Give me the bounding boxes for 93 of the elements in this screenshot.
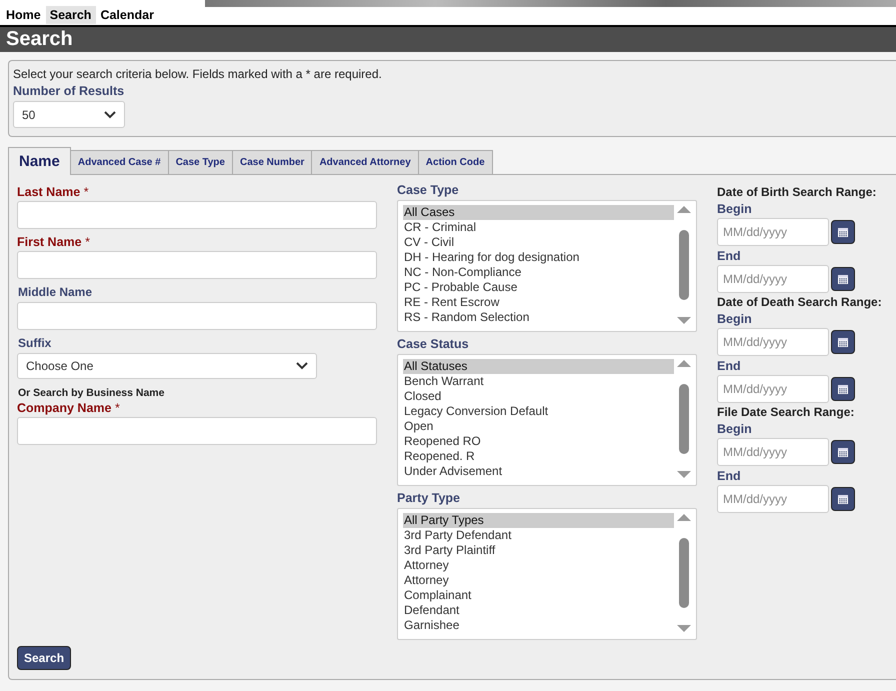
list-option[interactable]: CV - Civil [403, 235, 674, 250]
field-label: Company Name * [17, 401, 121, 415]
section-note: Or Search by Business Name [18, 387, 166, 399]
date-field[interactable]: MM/dd/yyyy [717, 485, 829, 513]
results-select[interactable]: 50 [13, 101, 125, 128]
calendar-button[interactable] [831, 220, 855, 244]
field-label: Suffix [17, 336, 52, 351]
date-field[interactable]: MM/dd/yyyy [717, 265, 829, 293]
date-field[interactable]: MM/dd/yyyy [717, 218, 829, 246]
listbox[interactable]: All Cases CR - Criminal CV - Civil DH - Hearing for dog designation NC - Non-Compliance PC - Probable Cause RE - Rent Escrow RS - Random Selection [397, 200, 697, 332]
list-option[interactable]: NC - Non-Compliance [403, 265, 674, 280]
list-option[interactable]: Under Advisement [403, 464, 674, 479]
scroll-down-arrow-icon[interactable] [676, 625, 692, 633]
listbox[interactable]: All Party Types 3rd Party Defendant 3rd Party Plaintiff Attorney Attorney Complainant Defendant Garnishee [397, 508, 697, 640]
scroll-up-arrow-icon[interactable] [676, 513, 692, 521]
chevron-down-icon [104, 110, 116, 118]
calendar-button[interactable] [831, 377, 855, 401]
scroll-thumb[interactable] [679, 384, 689, 454]
list-option[interactable]: Legacy Conversion Default [403, 404, 674, 419]
calendar-icon [837, 226, 849, 238]
list-option[interactable]: Attorney [403, 573, 674, 588]
date-field[interactable]: MM/dd/yyyy [717, 438, 829, 466]
list-label: Party Type [397, 491, 461, 505]
list-option[interactable]: RS - Random Selection [403, 310, 674, 325]
calendar-icon [837, 383, 849, 395]
date-label: Begin [717, 202, 753, 216]
list-label: Case Type [397, 183, 460, 197]
calendar-icon [837, 273, 849, 285]
field-label: Middle Name [17, 285, 94, 300]
calendar-icon [837, 336, 849, 348]
list-option[interactable]: RE - Rent Escrow [403, 295, 674, 310]
list-option[interactable]: Reopened RO [403, 434, 674, 449]
scroll-thumb[interactable] [679, 538, 689, 608]
calendar-button[interactable] [831, 330, 855, 354]
nav-link[interactable]: Search [46, 6, 96, 24]
search-button[interactable]: Search [17, 646, 72, 670]
list-option[interactable]: All Cases [403, 205, 674, 220]
scroll-up-arrow-icon[interactable] [676, 359, 692, 367]
results-label: Number of Results [13, 84, 126, 98]
list-option[interactable]: Attorney [403, 558, 674, 573]
listbox[interactable]: All Statuses Bench Warrant Closed Legacy Conversion Default Open Reopened RO Reopened. R Under Advisement [397, 354, 697, 486]
list-option[interactable]: CR - Criminal [403, 220, 674, 235]
range-title: Date of Death Search Range: [717, 295, 883, 309]
list-option[interactable]: Reopened. R [403, 449, 674, 464]
list-option[interactable]: Defendant [403, 603, 674, 618]
scroll-up-arrow-icon[interactable] [676, 205, 692, 213]
list-option[interactable]: Bench Warrant [403, 374, 674, 389]
instructions-text: Select your search criteria below. Fields marked with a * are required. [13, 67, 383, 81]
text-field[interactable] [17, 302, 377, 330]
text-field[interactable] [17, 201, 377, 229]
date-label: End [717, 359, 742, 373]
tab[interactable]: Action Code [418, 150, 493, 174]
page-title: Search [0, 27, 896, 52]
calendar-button[interactable] [831, 487, 855, 511]
field-label: First Name * [17, 235, 91, 249]
list-option[interactable]: 3rd Party Plaintiff [403, 543, 674, 558]
list-option[interactable]: PC - Probable Cause [403, 280, 674, 295]
range-title: File Date Search Range: [717, 405, 856, 419]
range-title: Date of Birth Search Range: [717, 185, 878, 199]
tab[interactable]: Advanced Attorney [311, 150, 419, 174]
list-option[interactable]: Garnishee [403, 618, 674, 633]
date-label: Begin [717, 312, 753, 326]
list-option[interactable]: Complainant [403, 588, 674, 603]
nav-link[interactable]: Home [2, 6, 46, 24]
date-label: End [717, 469, 742, 483]
scroll-down-arrow-icon[interactable] [676, 471, 692, 479]
list-option[interactable]: DH - Hearing for dog designation [403, 250, 674, 265]
list-option[interactable]: All Statuses [403, 359, 674, 374]
text-field[interactable] [17, 417, 377, 445]
list-option[interactable]: 3rd Party Defendant [403, 528, 674, 543]
field-label: Last Name * [17, 185, 90, 199]
calendar-icon [837, 493, 849, 505]
date-label: Begin [717, 422, 753, 436]
scroll-thumb[interactable] [679, 230, 689, 300]
date-field[interactable]: MM/dd/yyyy [717, 328, 829, 356]
calendar-icon [837, 446, 849, 458]
text-field[interactable] [17, 251, 377, 279]
nav-link[interactable]: Calendar [96, 6, 159, 24]
tab[interactable]: Name [8, 147, 71, 175]
date-label: End [717, 249, 742, 263]
suffix-select[interactable]: Choose One [17, 353, 317, 379]
tab[interactable]: Advanced Case # [70, 150, 169, 174]
list-option[interactable]: All Party Types [403, 513, 674, 528]
tab[interactable]: Case Number [232, 150, 312, 174]
scroll-down-arrow-icon[interactable] [676, 317, 692, 325]
date-field[interactable]: MM/dd/yyyy [717, 375, 829, 403]
list-option[interactable]: Open [403, 419, 674, 434]
calendar-button[interactable] [831, 440, 855, 464]
calendar-button[interactable] [831, 267, 855, 291]
list-label: Case Status [397, 337, 470, 351]
chevron-down-icon [296, 362, 308, 370]
tab[interactable]: Case Type [168, 150, 233, 174]
list-option[interactable]: Closed [403, 389, 674, 404]
